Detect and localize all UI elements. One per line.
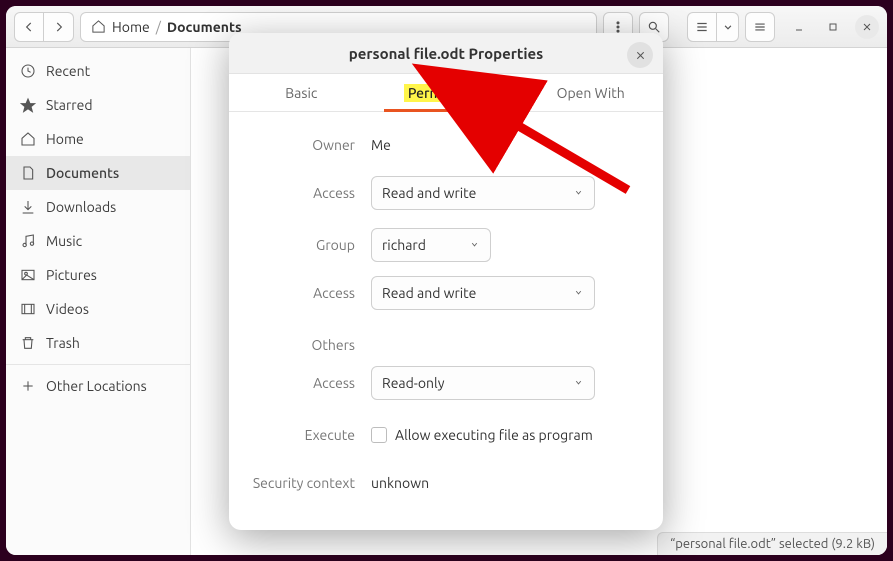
properties-dialog: personal file.odt Properties Basic Permi… xyxy=(229,33,663,530)
forward-button[interactable] xyxy=(44,12,74,42)
value-owner: Me xyxy=(371,137,391,153)
sidebar-item-label: Other Locations xyxy=(46,378,147,394)
chevron-down-icon xyxy=(573,375,584,391)
view-options-button[interactable] xyxy=(717,12,739,42)
dialog-body: Owner Me Access Read and write Group ric… xyxy=(229,112,663,530)
chevron-down-icon xyxy=(573,285,584,301)
sidebar-item-starred[interactable]: Starred xyxy=(6,88,190,122)
plus-icon xyxy=(20,378,36,394)
sidebar-item-label: Trash xyxy=(46,335,80,351)
others-access-dropdown[interactable]: Read-only xyxy=(371,366,595,400)
execute-label: Allow executing file as program xyxy=(395,427,593,443)
label-owner-access: Access xyxy=(251,185,371,201)
tab-label: Open With xyxy=(557,85,625,101)
combo-value: Read-only xyxy=(382,375,444,391)
nav-arrows xyxy=(14,12,74,42)
sidebar-item-label: Starred xyxy=(46,97,93,113)
sidebar-item-documents[interactable]: Documents xyxy=(6,156,190,190)
sidebar-separator xyxy=(6,364,190,365)
dialog-header: personal file.odt Properties xyxy=(229,33,663,74)
sidebar: Recent Starred Home Documents Downloads … xyxy=(6,48,191,555)
hamburger-menu-button[interactable] xyxy=(745,12,775,42)
sidebar-item-label: Home xyxy=(46,131,84,147)
label-owner: Owner xyxy=(251,137,371,153)
image-icon xyxy=(20,267,36,283)
sidebar-item-label: Videos xyxy=(46,301,89,317)
combo-value: Read and write xyxy=(382,285,476,301)
sidebar-item-pictures[interactable]: Pictures xyxy=(6,258,190,292)
sidebar-item-other-locations[interactable]: Other Locations xyxy=(6,369,190,403)
home-icon xyxy=(20,131,36,147)
sidebar-item-music[interactable]: Music xyxy=(6,224,190,258)
window-controls xyxy=(787,15,879,39)
download-icon xyxy=(20,199,36,215)
document-icon xyxy=(20,165,36,181)
sidebar-item-downloads[interactable]: Downloads xyxy=(6,190,190,224)
status-text: “personal file.odt” selected (9.2 kB) xyxy=(670,537,875,551)
tab-label: Basic xyxy=(285,85,317,101)
label-group-access: Access xyxy=(251,285,371,301)
status-bar: “personal file.odt” selected (9.2 kB) xyxy=(657,532,887,555)
maximize-button[interactable] xyxy=(821,15,845,39)
label-security-context: Security context xyxy=(251,475,371,491)
owner-access-dropdown[interactable]: Read and write xyxy=(371,176,595,210)
list-view-button[interactable] xyxy=(687,12,717,42)
combo-value: richard xyxy=(382,237,426,253)
sidebar-item-videos[interactable]: Videos xyxy=(6,292,190,326)
combo-value: Read and write xyxy=(382,185,476,201)
home-icon xyxy=(91,19,106,34)
video-icon xyxy=(20,301,36,317)
sidebar-item-home[interactable]: Home xyxy=(6,122,190,156)
clock-icon xyxy=(20,63,36,79)
execute-checkbox-row[interactable]: Allow executing file as program xyxy=(371,427,593,443)
view-switcher xyxy=(687,12,739,42)
close-window-button[interactable] xyxy=(855,15,879,39)
value-security-context: unknown xyxy=(371,475,429,491)
tab-open-with[interactable]: Open With xyxy=(518,74,663,111)
chevron-down-icon xyxy=(469,237,480,253)
breadcrumb-home[interactable]: Home xyxy=(112,19,150,35)
minimize-button[interactable] xyxy=(787,15,811,39)
trash-icon xyxy=(20,335,36,351)
dialog-tabs: Basic Permissions Open With xyxy=(229,74,663,112)
sidebar-item-label: Music xyxy=(46,233,82,249)
sidebar-item-trash[interactable]: Trash xyxy=(6,326,190,360)
sidebar-item-recent[interactable]: Recent xyxy=(6,54,190,88)
breadcrumb-separator: / xyxy=(156,19,161,35)
sidebar-item-label: Pictures xyxy=(46,267,97,283)
tab-basic[interactable]: Basic xyxy=(229,74,374,111)
execute-checkbox[interactable] xyxy=(371,427,387,443)
label-others-access: Access xyxy=(251,375,371,391)
dialog-title: personal file.odt Properties xyxy=(349,45,544,62)
group-dropdown[interactable]: richard xyxy=(371,228,491,262)
sidebar-item-label: Downloads xyxy=(46,199,116,215)
tab-permissions[interactable]: Permissions xyxy=(374,74,519,111)
dialog-close-button[interactable] xyxy=(627,42,653,68)
chevron-down-icon xyxy=(573,185,584,201)
group-access-dropdown[interactable]: Read and write xyxy=(371,276,595,310)
sidebar-item-label: Documents xyxy=(46,165,119,181)
star-icon xyxy=(20,97,36,113)
label-execute: Execute xyxy=(251,427,371,443)
sidebar-item-label: Recent xyxy=(46,63,90,79)
label-others: Others xyxy=(251,337,371,353)
back-button[interactable] xyxy=(14,12,44,42)
label-group: Group xyxy=(251,237,371,253)
music-icon xyxy=(20,233,36,249)
tab-label: Permissions xyxy=(404,84,488,102)
